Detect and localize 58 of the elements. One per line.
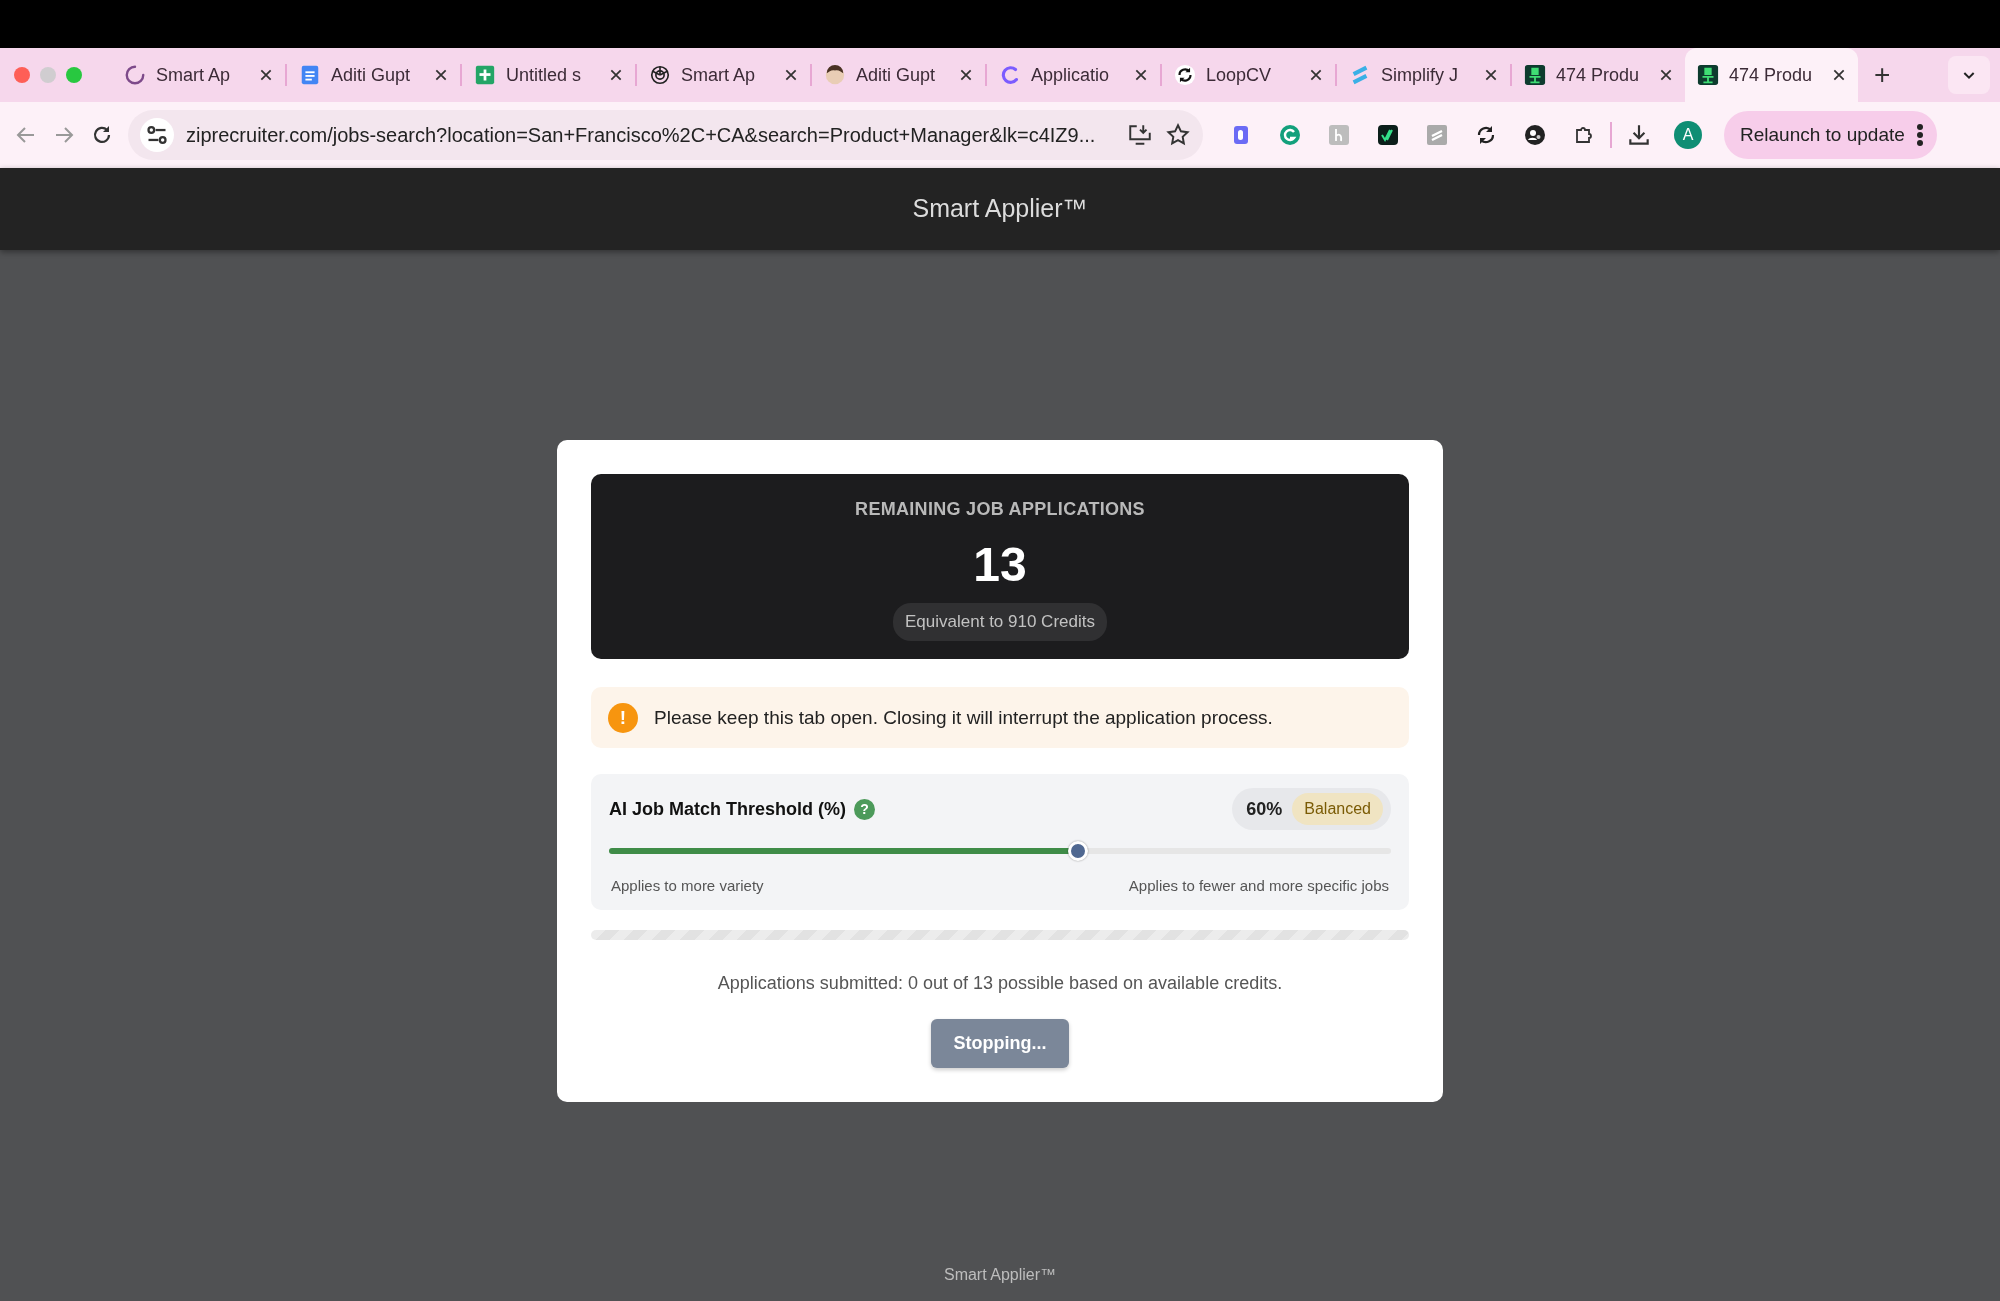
browser-tab[interactable]: 474 Produ: [1685, 48, 1858, 102]
slash-tile-icon[interactable]: [1425, 123, 1449, 147]
slider-hint: Applies to fewer and more specific jobs: [1128, 876, 1389, 897]
remaining-label: REMAINING JOB APPLICATIONS: [855, 498, 1145, 521]
browser-tab[interactable]: Smart Ap: [637, 48, 810, 102]
script-letter-tile-icon[interactable]: [1327, 123, 1351, 147]
close-icon[interactable]: [259, 68, 273, 82]
more-icon: [1916, 124, 1923, 146]
close-icon[interactable]: [1309, 68, 1323, 82]
threshold-value: 60%: [1246, 797, 1283, 821]
threshold-title: AI Job Match Threshold (%): [609, 797, 846, 821]
install-icon[interactable]: [1127, 122, 1153, 148]
browser-tab[interactable]: Smart Ap: [112, 48, 285, 102]
browser-tab[interactable]: Simplify J: [1337, 48, 1510, 102]
browser-tab[interactable]: Applicatio: [987, 48, 1160, 102]
browser-tab[interactable]: 474 Produ: [1512, 48, 1685, 102]
slider-hint: Applies to more variety: [611, 876, 764, 897]
warning-icon: !: [608, 702, 638, 733]
close-icon[interactable]: [784, 68, 798, 82]
refresh-circle-icon: [1174, 64, 1196, 86]
close-icon[interactable]: [1832, 68, 1846, 82]
download-icon[interactable]: [1626, 122, 1652, 148]
browser-tab[interactable]: LoopCV: [1162, 48, 1335, 102]
app-title: Smart Applier™: [912, 193, 1088, 225]
new-tab-button[interactable]: +: [1858, 48, 1907, 102]
remaining-count: 13: [973, 541, 1027, 589]
status-text: Applications submitted: 0 out of 13 possible based on available credits.: [716, 971, 1284, 995]
chair-icon: [1524, 64, 1546, 86]
profile-avatar[interactable]: A: [1674, 121, 1702, 149]
spreadsheet-icon: [474, 64, 496, 86]
site-settings-icon[interactable]: [140, 118, 174, 152]
chair-icon: [1697, 64, 1719, 86]
loop-icon: [999, 64, 1021, 86]
close-icon[interactable]: [609, 68, 623, 82]
close-icon[interactable]: [959, 68, 973, 82]
warning-message: Please keep this tab open. Closing it will interrupt the application process.: [654, 705, 1273, 730]
close-icon[interactable]: [1659, 68, 1673, 82]
close-icon[interactable]: [1134, 68, 1148, 82]
browser-tab[interactable]: Untitled s: [462, 48, 635, 102]
check-tile-icon[interactable]: [1376, 123, 1400, 147]
close-icon[interactable]: [1484, 68, 1498, 82]
balanced-tag: Balanced: [1292, 793, 1383, 826]
credits-badge: Equivalent to 910 Credits: [893, 603, 1107, 641]
avatar-icon: [824, 64, 846, 86]
footer-text: Smart Applier™: [943, 1266, 1056, 1283]
document-icon: [299, 64, 321, 86]
address-bar[interactable]: ziprecruiter.com/jobs-search?location=San+Francisco%2C+CA&search=Product+Manager&lk=c4IZ9...: [128, 110, 1203, 160]
browser-tab[interactable]: Aditi Gupt: [812, 48, 985, 102]
knot-icon: [649, 64, 671, 86]
threshold-slider[interactable]: [609, 841, 1391, 862]
slider-thumb[interactable]: [1068, 841, 1089, 862]
relaunch-button[interactable]: Relaunch to update: [1724, 111, 1937, 159]
star-icon[interactable]: [1165, 122, 1191, 148]
people-circle-icon[interactable]: [1523, 123, 1547, 147]
spinner-icon: [124, 64, 146, 86]
close-icon[interactable]: [434, 68, 448, 82]
browser-tab[interactable]: Aditi Gupt: [287, 48, 460, 102]
g-circle-icon[interactable]: [1278, 123, 1302, 147]
